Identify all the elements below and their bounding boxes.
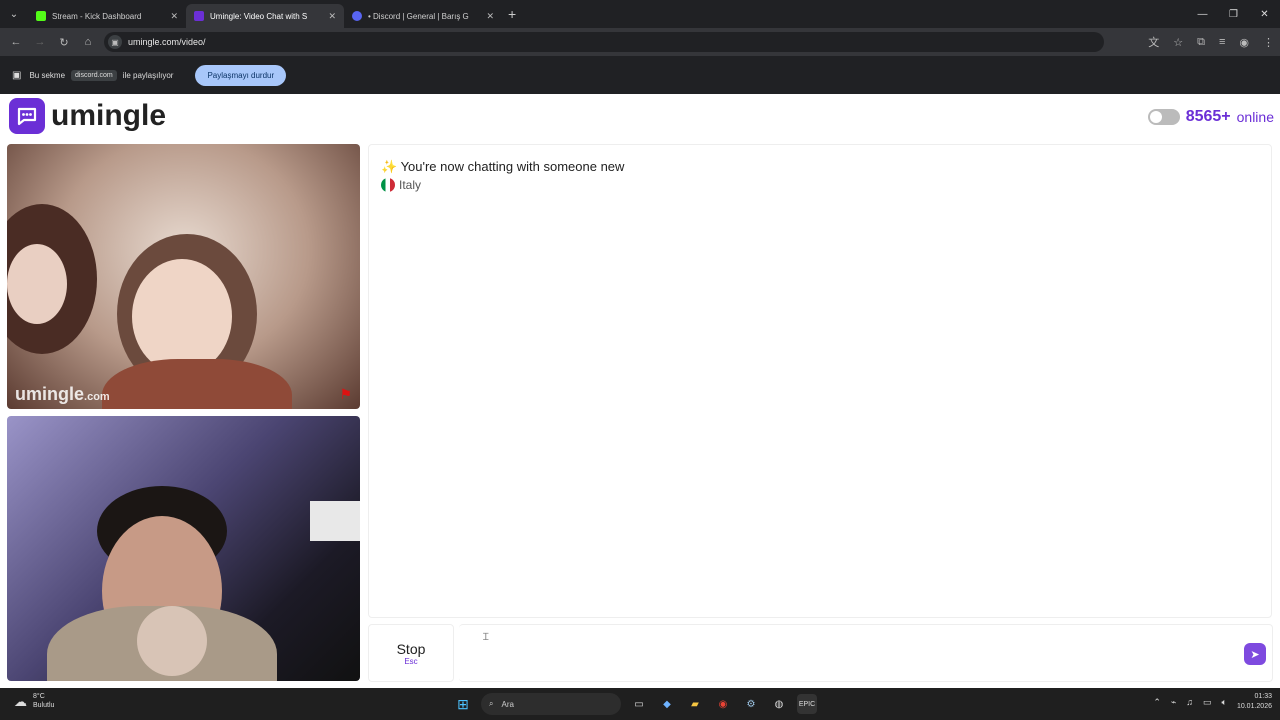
close-tab-icon[interactable]: ✕ <box>486 11 494 22</box>
share-suffix: ile paylaşılıyor <box>122 70 174 80</box>
profile-icon[interactable]: ◉ <box>1239 36 1249 49</box>
time: 01:33 <box>1254 693 1272 700</box>
chrome-icon[interactable]: ◉ <box>713 694 733 714</box>
online-indicator: 8565+ online <box>1147 108 1274 126</box>
temperature: 8°C <box>33 693 45 700</box>
tab-title: • Discord | General | Barış G <box>368 11 469 21</box>
chevron-up-icon[interactable]: ⌃ <box>1153 697 1161 708</box>
new-tab-icon[interactable]: + <box>508 6 516 22</box>
home-icon[interactable]: ⌂ <box>76 36 100 48</box>
browser-tab-strip: ⌄ Stream - Kick Dashboard ✕ Umingle: Vid… <box>0 0 1280 28</box>
network-icon[interactable]: ⌁ <box>1171 697 1176 708</box>
video-figure <box>102 359 292 409</box>
translate-icon[interactable]: 文 <box>1148 34 1159 50</box>
taskbar-search[interactable]: ⌕ Ara <box>481 693 621 715</box>
bookmark-star-icon[interactable]: ☆ <box>1173 36 1183 49</box>
tab-title: Stream - Kick Dashboard <box>52 11 142 21</box>
browser-toolbar: ← → ↻ ⌂ ▣ umingle.com/video/ 文 ☆ ⧉ ≡ ◉ ⋮ <box>0 28 1280 56</box>
online-count: 8565+ <box>1185 108 1231 125</box>
share-prefix: Bu sekme <box>29 70 66 80</box>
video-figure <box>132 259 232 374</box>
italy-flag-icon <box>381 178 395 192</box>
search-icon: ⌕ <box>489 699 494 708</box>
maximize-icon[interactable]: ❐ <box>1218 0 1249 28</box>
weather-condition: Bulutlu <box>33 702 55 709</box>
share-site: discord.com <box>71 69 117 81</box>
screen-share-icon: ▣ <box>12 69 22 81</box>
watermark-text: umingle <box>15 384 85 404</box>
file-explorer-icon[interactable]: ▰ <box>685 694 705 714</box>
menu-icon[interactable]: ⋮ <box>1263 36 1274 49</box>
theme-toggle[interactable] <box>1147 109 1180 125</box>
site-info-icon[interactable]: ▣ <box>108 35 122 49</box>
windows-taskbar: ☁ 8°C Bulutlu ⊞ ⌕ Ara ▭ ◆ ▰ ◉ ⚙ ◍ EPIC ⌃… <box>0 688 1280 720</box>
kick-favicon-icon <box>36 11 46 21</box>
epic-games-icon[interactable]: EPIC <box>797 694 817 714</box>
watermark-tld: .com <box>84 391 110 403</box>
window-controls: — ❐ ✕ <box>1187 0 1280 28</box>
text-cursor-icon: Ɪ <box>483 632 489 643</box>
tab-umingle[interactable]: Umingle: Video Chat with S ✕ <box>186 4 344 28</box>
stop-label: Stop <box>396 641 426 657</box>
tab-search-icon[interactable]: ⌄ <box>0 0 28 28</box>
close-tab-icon[interactable]: ✕ <box>170 11 178 22</box>
steam-icon[interactable]: ⚙ <box>741 694 761 714</box>
stop-button[interactable]: Stop Esc <box>368 624 454 682</box>
volume-icon[interactable]: 🔈︎ <box>1222 697 1227 708</box>
stop-sharing-button[interactable]: Paylaşmayı durdur <box>195 64 287 86</box>
taskbar-apps: ⊞ ⌕ Ara ▭ ◆ ▰ ◉ ⚙ ◍ EPIC <box>453 692 817 716</box>
partner-country: Italy <box>381 178 421 192</box>
video-background-light <box>310 501 360 541</box>
umingle-watermark: umingle.com <box>15 384 110 405</box>
video-figure <box>7 244 67 324</box>
send-icon[interactable]: ➤ <box>1244 643 1266 665</box>
date: 10.01.2026 <box>1236 703 1272 710</box>
cloud-icon: ☁ <box>14 693 27 709</box>
display-icon[interactable]: ▭ <box>1203 697 1212 708</box>
clock[interactable]: 01:33 10.01.2026 <box>1237 692 1272 712</box>
logo-text: umingle <box>51 99 167 132</box>
forward-icon[interactable]: → <box>28 36 52 48</box>
back-icon[interactable]: ← <box>4 36 28 48</box>
close-tab-icon[interactable]: ✕ <box>328 11 336 22</box>
stop-shortcut: Esc <box>404 657 418 666</box>
message-input[interactable]: Ɪ ➤ <box>459 624 1273 682</box>
tab-title: Umingle: Video Chat with S <box>210 11 308 21</box>
search-label: Ara <box>501 699 514 709</box>
stranger-video: umingle.com ⚑ <box>7 144 360 409</box>
tab-discord[interactable]: • Discord | General | Barış G ✕ <box>344 4 502 28</box>
minimize-icon[interactable]: — <box>1187 0 1218 28</box>
reload-icon[interactable]: ↻ <box>52 36 76 49</box>
task-view-icon[interactable]: ▭ <box>629 694 649 714</box>
windows-start-icon[interactable]: ⊞ <box>453 694 473 714</box>
address-bar[interactable]: ▣ umingle.com/video/ <box>104 32 1104 52</box>
url-text: umingle.com/video/ <box>128 37 206 47</box>
country-name: Italy <box>399 178 422 192</box>
chat-log: ✨ You're now chatting with someone new I… <box>368 144 1272 618</box>
video-figure <box>137 606 207 676</box>
toolbar-right-icons: 文 ☆ ⧉ ≡ ◉ ⋮ <box>1148 28 1274 56</box>
obs-icon[interactable]: ◍ <box>769 694 789 714</box>
extensions-icon[interactable]: ⧉ <box>1197 36 1205 49</box>
chat-bubble-icon <box>9 98 45 134</box>
weather-widget[interactable]: ☁ 8°C Bulutlu <box>14 692 54 710</box>
system-message: ✨ You're now chatting with someone new <box>381 159 625 174</box>
microphone-icon[interactable]: ♫ <box>1186 697 1193 707</box>
system-tray: ⌃ ⌁ ♫ ▭ 🔈︎ 01:33 10.01.2026 <box>1153 692 1272 712</box>
close-window-icon[interactable]: ✕ <box>1249 0 1280 28</box>
discord-favicon-icon <box>352 11 362 21</box>
online-label: online <box>1236 109 1274 125</box>
self-video <box>7 416 360 681</box>
copilot-icon[interactable]: ◆ <box>657 694 677 714</box>
media-controls-icon[interactable]: ≡ <box>1219 36 1225 48</box>
umingle-favicon-icon <box>194 11 204 21</box>
umingle-logo[interactable]: umingle <box>9 98 166 134</box>
umingle-page: umingle 8565+ online umingle.com ⚑ ✨ You… <box>0 94 1280 688</box>
tab-sharing-bar: ▣ Bu sekme discord.com ile paylaşılıyor … <box>0 56 1280 94</box>
report-flag-icon[interactable]: ⚑ <box>339 386 352 403</box>
tab-kick[interactable]: Stream - Kick Dashboard ✕ <box>28 4 186 28</box>
